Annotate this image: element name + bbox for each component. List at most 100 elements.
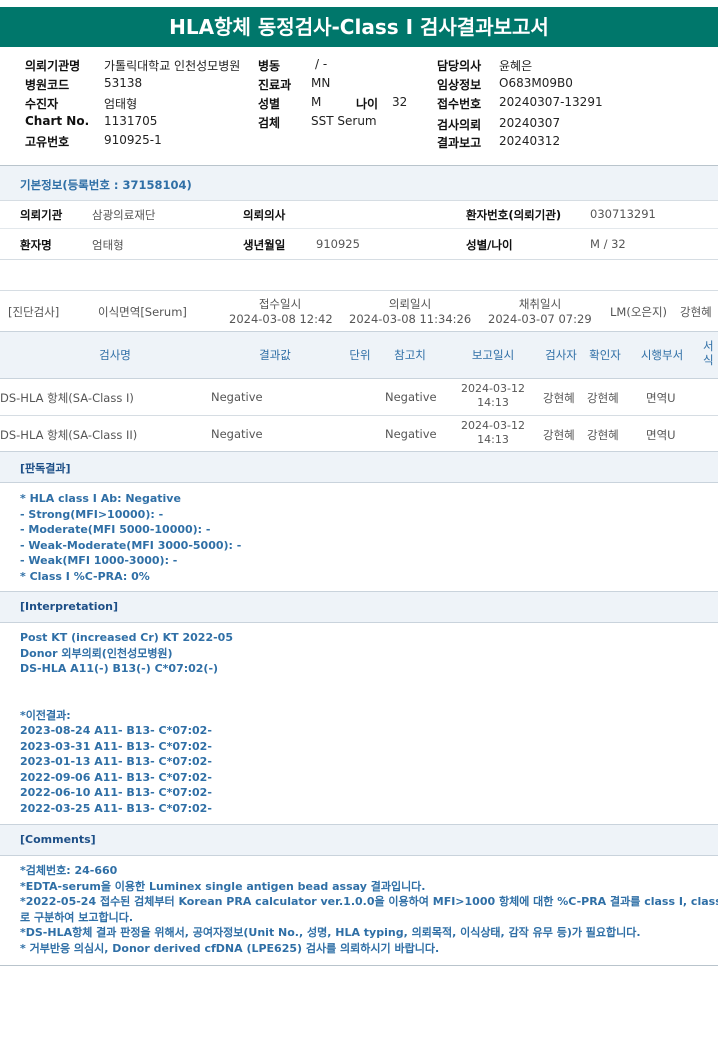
requested-label: 의뢰일시 [388, 297, 432, 311]
cell-report-date: 2024-03-12 [461, 419, 525, 432]
header-value: 가톨릭대학교 인천성모병원 [104, 59, 241, 73]
interpretation-line: 2023-03-31 A11- B13- C*07:02- [20, 739, 212, 753]
order-dept: [진단검사] [8, 305, 60, 319]
ward-label: 병동 [258, 59, 281, 73]
header-label: 담당의사 [437, 59, 482, 73]
judgement-line: - Strong(MFI>10000): - [20, 507, 164, 521]
interpretation-line: DS-HLA A11(-) B13(-) C*07:02(-) [20, 662, 219, 675]
header-value: 910925-1 [104, 133, 162, 147]
comment-line: * 거부반응 의심시, Donor derived cfDNA (LPE625)… [20, 941, 440, 955]
sex-value: M [311, 95, 322, 109]
header-value: 20240307-13291 [499, 95, 603, 109]
col-performing-dept: 시행부서 [640, 348, 684, 362]
interpretation-line: 2022-06-10 A11- B13- C*07:02- [20, 786, 212, 799]
cell-report-time: 14:13 [477, 433, 509, 446]
age-label: 나이 [356, 97, 379, 111]
judgement-line: * Class I %C-PRA: 0% [20, 569, 150, 583]
comment-line: 로 구분하여 보고합니다. [20, 910, 134, 924]
header-value: 20240307 [499, 116, 561, 130]
inst-label: 의뢰기관 [20, 208, 63, 222]
header-value: 엄태형 [104, 97, 138, 111]
interpretation-line: *이전결과: [20, 708, 71, 722]
inst-value: 삼광의료재단 [92, 208, 156, 222]
col-form: 서식 [703, 339, 714, 367]
interpretation-text: Post KT (increased Cr) KT 2022-05 Donor 외… [20, 630, 233, 816]
header-label: 고유번호 [25, 135, 70, 149]
name-label: 환자명 [20, 238, 52, 252]
sexage-value: M / 32 [590, 237, 626, 251]
cell-reference: Negative [385, 390, 437, 404]
comments-title: [Comments] [20, 833, 96, 846]
header-value: 20240312 [499, 134, 561, 148]
cell-test-name: DS-HLA 항체(SA-Class II) [0, 428, 138, 442]
cell-report-time: 14:13 [477, 396, 509, 409]
interpretation-line [20, 692, 233, 708]
comments-header: [Comments] [0, 824, 718, 856]
specimen-label: 검체 [258, 116, 281, 130]
received-value: 2024-03-08 12:42 [229, 312, 333, 326]
divider [0, 965, 718, 966]
order-type: 이식면역[Serum] [98, 305, 187, 319]
judgement-title: [판독결과] [20, 462, 71, 475]
header-label: 검사의뢰 [437, 118, 482, 132]
patient-id-label: 환자번호(의뢰기관) [466, 208, 562, 222]
collected-value: 2024-03-07 07:29 [488, 312, 592, 326]
cell-confirmer: 강현혜 [587, 428, 619, 442]
cell-confirmer: 강현혜 [587, 391, 619, 405]
interpretation-line: 2022-09-06 A11- B13- C*07:02- [20, 770, 212, 784]
dept-label: 진료과 [258, 78, 292, 92]
cell-performing-dept: 면역U [646, 391, 676, 405]
header-value: 1131705 [104, 114, 158, 128]
col-result: 결과값 [259, 348, 291, 362]
interpretation-line: Post KT (increased Cr) KT 2022-05 [20, 631, 233, 644]
cell-tester: 강현혜 [543, 428, 575, 442]
header-value: 윤혜은 [499, 59, 533, 73]
cell-result: Negative [211, 427, 263, 441]
sexage-label: 성별/나이 [466, 238, 513, 252]
header-label: 병원코드 [25, 78, 70, 92]
divider [0, 259, 718, 260]
divider [0, 200, 718, 201]
requested-value: 2024-03-08 11:34:26 [349, 312, 472, 326]
col-report-date: 보고일시 [471, 348, 515, 362]
judgement-line: * HLA class I Ab: Negative [20, 492, 181, 505]
header-value: 53138 [104, 76, 143, 90]
basic-info-title: 기본정보(등록번호 : 37158104) [20, 178, 192, 192]
header-label: Chart No. [25, 114, 90, 128]
col-unit: 단위 [349, 348, 371, 362]
dob-label: 생년월일 [243, 238, 286, 252]
judgement-header: [판독결과] [0, 451, 718, 483]
judgement-line: - Moderate(MFI 5000-10000): - [20, 523, 211, 536]
lm-name: LM(오은지) [610, 305, 668, 319]
specimen-value: SST Serum [311, 114, 377, 128]
header-label: 결과보고 [437, 136, 482, 150]
cell-test-name: DS-HLA 항체(SA-Class I) [0, 391, 134, 405]
comment-line: *EDTA-serum을 이용한 Luminex single antigen … [20, 879, 426, 893]
judgement-line: - Weak-Moderate(MFI 3000-5000): - [20, 538, 242, 552]
col-confirmer: 확인자 [589, 348, 621, 362]
cell-report-date: 2024-03-12 [461, 382, 525, 395]
received-label: 접수일시 [258, 297, 302, 311]
comment-line: *DS-HLA항체 결과 판정을 위해서, 공여자정보(Unit No., 성명… [20, 926, 641, 939]
interpretation-line: Donor 외부의뢰(인천성모병원) [20, 646, 173, 660]
comment-line: *검체번호: 24-660 [20, 864, 118, 877]
judgement-line: - Weak(MFI 1000-3000): - [20, 554, 178, 567]
name-value: 엄태형 [92, 238, 124, 252]
report-title: HLA항체 동정검사-Class I 검사결과보고서 [0, 7, 718, 47]
divider [0, 290, 718, 291]
age-value: 32 [392, 95, 408, 109]
cell-result: Negative [211, 390, 263, 404]
judgement-text: * HLA class I Ab: Negative - Strong(MFI>1… [20, 491, 241, 584]
dob-value: 910925 [316, 237, 360, 251]
sex-label: 성별 [258, 97, 281, 111]
cell-performing-dept: 면역U [646, 428, 676, 442]
interpretation-line: 2023-01-13 A11- B13- C*07:02- [20, 755, 212, 768]
header-label: 수진자 [25, 97, 59, 111]
cell-reference: Negative [385, 427, 437, 441]
col-tester: 검사자 [545, 348, 577, 362]
interpretation-title: [Interpretation] [20, 600, 118, 613]
header-label: 접수번호 [437, 97, 482, 111]
interpretation-line: 2022-03-25 A11- B13- C*07:02- [20, 801, 212, 815]
ward-value: / - [315, 57, 328, 71]
col-reference: 참고치 [394, 348, 426, 362]
